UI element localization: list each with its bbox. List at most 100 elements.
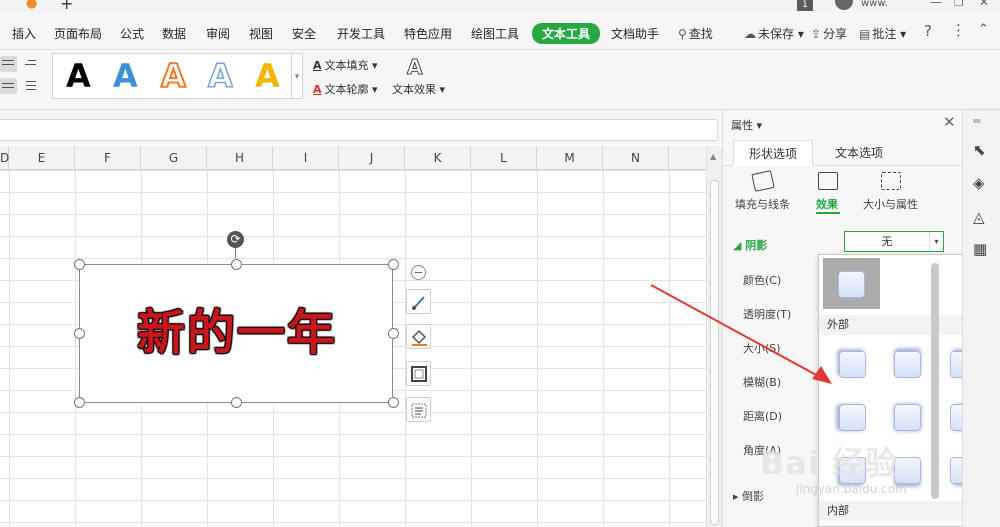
pane-title[interactable]: 属性 ▾ — [731, 117, 762, 133]
tab-view[interactable]: 视图 — [249, 25, 273, 42]
grid-row-line — [0, 258, 706, 259]
wordart-style-icon[interactable]: ◬ — [973, 208, 985, 226]
resize-handle-bottom-left[interactable] — [74, 397, 85, 408]
resize-handle-top-left[interactable] — [74, 259, 85, 270]
grid-column-line — [669, 170, 670, 527]
outer-shadow-option-1[interactable] — [839, 351, 866, 378]
maximize-icon[interactable]: ❐ — [954, 0, 964, 9]
tab-drawing-tools[interactable]: 绘图工具 — [471, 25, 519, 42]
style-blue-a[interactable]: A — [113, 57, 138, 95]
shadow-section-header[interactable]: ◢ 阴影 — [733, 237, 767, 253]
shape-layout-button[interactable] — [406, 397, 431, 422]
grid-column-line — [9, 170, 10, 527]
column-header-g[interactable]: G — [141, 146, 207, 170]
column-header-h[interactable]: H — [207, 146, 273, 170]
user-name[interactable]: www. — [861, 0, 888, 9]
shape-fill-button[interactable] — [406, 324, 431, 349]
select-cursor-icon[interactable]: ⬉ — [973, 141, 986, 159]
column-header-j[interactable]: J — [339, 146, 405, 170]
style-orange-outline-a[interactable]: A — [160, 56, 187, 96]
shape-outline-button[interactable] — [406, 361, 431, 386]
shadow-none-option[interactable] — [823, 258, 880, 309]
gallery-more-button[interactable]: ▾ — [292, 53, 303, 99]
align-top-button[interactable] — [0, 56, 17, 72]
tab-developer[interactable]: 开发工具 — [337, 25, 385, 42]
wordart-textbox[interactable]: 新的一年 — [79, 264, 393, 403]
tab-shape-options[interactable]: 形状选项 — [733, 140, 814, 166]
resize-handle-right[interactable] — [388, 328, 399, 339]
align-right-button[interactable] — [22, 56, 39, 72]
column-header-f[interactable]: F — [75, 146, 141, 170]
tab-review[interactable]: 审阅 — [206, 25, 230, 42]
distribute-button[interactable] — [22, 78, 39, 94]
vertical-scrollbar[interactable]: ▲ — [706, 146, 722, 527]
resize-handle-bottom-right[interactable] — [388, 397, 399, 408]
subtab-effects[interactable]: 效果 — [816, 196, 838, 212]
scroll-up-icon[interactable]: ▲ — [710, 152, 716, 161]
text-effect-icon[interactable]: A — [406, 55, 423, 80]
column-header-l[interactable]: L — [471, 146, 537, 170]
resize-handle-left[interactable] — [74, 328, 85, 339]
search-button[interactable]: ⚲ 查找 — [678, 25, 713, 42]
fill-line-icon[interactable] — [751, 170, 775, 192]
wordart-text[interactable]: 新的一年 — [80, 293, 394, 363]
tab-text-options[interactable]: 文本选项 — [835, 140, 883, 166]
collapse-tools-icon[interactable] — [411, 265, 426, 280]
tab-data[interactable]: 数据 — [162, 25, 186, 42]
more-options-button[interactable]: ⋮ — [951, 21, 966, 39]
column-header-e[interactable]: E — [9, 146, 75, 170]
subtab-fill-line[interactable]: 填充与线条 — [735, 196, 790, 212]
pane-close-icon[interactable]: ✕ — [943, 113, 956, 131]
size-props-icon[interactable] — [881, 172, 901, 190]
text-effect-button[interactable]: 文本效果 ▾ — [392, 81, 445, 97]
shapes-icon[interactable]: ◈ — [973, 174, 985, 192]
unsaved-button[interactable]: ☁ 未保存 ▾ — [744, 25, 804, 42]
formula-input[interactable] — [0, 119, 718, 141]
column-header-n[interactable]: N — [603, 146, 669, 170]
grid-row-line — [0, 236, 706, 237]
resize-handle-top[interactable] — [231, 259, 242, 270]
dropdown-scrollbar[interactable] — [931, 263, 939, 499]
tab-doc-assistant[interactable]: 文档助手 — [611, 25, 659, 42]
tab-special-apps[interactable]: 特色应用 — [404, 25, 452, 42]
text-outline-button[interactable]: A 文本轮廓 ▾ — [313, 81, 378, 97]
close-window-icon[interactable]: ✕ — [979, 0, 989, 9]
tab-text-tools[interactable]: 文本工具 — [532, 23, 601, 44]
style-light-blue-outline-a[interactable]: A — [207, 56, 233, 96]
resize-handle-top-right[interactable] — [388, 259, 399, 270]
unsaved-dot-icon: ● — [26, 0, 38, 11]
column-header-k[interactable]: K — [405, 146, 471, 170]
style-black-a[interactable]: A — [66, 57, 91, 95]
user-avatar[interactable] — [835, 0, 853, 10]
tab-security[interactable]: 安全 — [292, 25, 316, 42]
outer-shadow-option-4[interactable] — [839, 404, 866, 431]
help-button[interactable]: ? — [924, 22, 932, 40]
subtab-size-props[interactable]: 大小与属性 — [863, 196, 918, 212]
rotate-handle-icon[interactable]: ⟳ — [227, 231, 244, 248]
minimize-icon[interactable]: — — [930, 0, 942, 9]
outer-shadow-option-5[interactable] — [894, 404, 921, 431]
table-grid-icon[interactable]: ▦ — [973, 240, 987, 258]
align-middle-button[interactable] — [0, 78, 17, 94]
effects-icon[interactable] — [818, 172, 838, 190]
scroll-thumb[interactable] — [710, 180, 719, 525]
tab-insert[interactable]: 插入 — [12, 25, 36, 42]
text-fill-button[interactable]: A 文本填充 ▾ — [313, 57, 378, 73]
style-gold-a[interactable]: A — [255, 57, 280, 95]
shadow-preset-select[interactable]: 无 ▾ — [844, 231, 944, 252]
column-header-m[interactable]: M — [537, 146, 603, 170]
tab-formulas[interactable]: 公式 — [120, 25, 144, 42]
shape-style-button[interactable] — [406, 289, 431, 314]
annotate-button[interactable]: ▤ 批注 ▾ — [859, 25, 906, 42]
tab-page-layout[interactable]: 页面布局 — [54, 25, 102, 42]
title-bar: ● + 1 www. — ❐ ✕ — [0, 0, 1000, 13]
reflection-section-header[interactable]: ▸ 倒影 — [733, 488, 764, 504]
resize-handle-bottom[interactable] — [231, 397, 242, 408]
column-header-i[interactable]: I — [273, 146, 339, 170]
collapse-ribbon-icon[interactable]: ⌃ — [978, 22, 989, 37]
outer-shadow-option-2[interactable] — [894, 351, 921, 378]
outline-square-icon — [411, 366, 427, 382]
share-button[interactable]: ⇪ 分享 — [811, 25, 847, 42]
column-header-d[interactable]: D — [0, 146, 9, 170]
grid-row-line — [0, 478, 706, 479]
